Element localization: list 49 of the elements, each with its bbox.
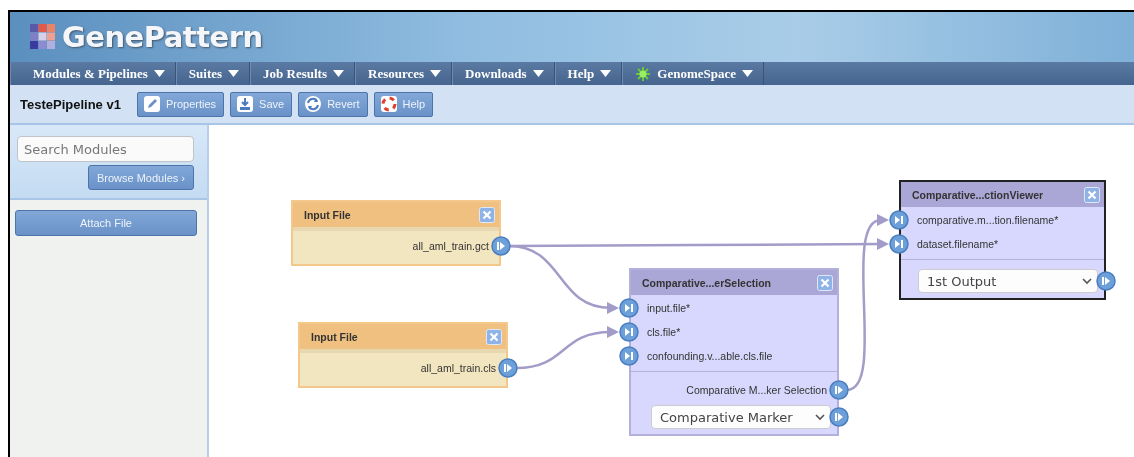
input-port-icon: [619, 346, 639, 366]
module-node[interactable]: Input File all_aml_train.gct: [291, 200, 501, 266]
search-field[interactable]: Search Modules: [17, 136, 194, 162]
logo-text: GenePattern: [62, 20, 263, 54]
close-icon: [817, 274, 833, 291]
caret-icon: [532, 70, 544, 77]
input-label: dataset.filename*: [917, 238, 999, 250]
input-port-icon: [619, 298, 639, 318]
node-title: Comparative...ctionViewer: [912, 188, 1044, 201]
output-port-icon: [1096, 271, 1116, 291]
caret-icon: [742, 70, 753, 77]
chevron-icon: [1082, 277, 1092, 285]
lifebuoy-icon: [379, 95, 398, 113]
pencil-icon: [142, 95, 161, 113]
output-label: all_aml_train.gct: [412, 240, 489, 252]
output-port-icon: [829, 407, 849, 427]
input-label: comparative.m...tion.filename*: [917, 214, 1059, 226]
node-title: Input File: [311, 330, 358, 343]
node-title: Comparative...erSelection: [642, 276, 771, 289]
input-label: confounding.v...able.cls.file: [647, 350, 773, 362]
output-select[interactable]: 1st Output: [918, 269, 1098, 293]
refresh-icon: [304, 95, 323, 113]
logo-grid-icon: [30, 24, 56, 50]
output-label: Comparative M...ker Selection: [686, 384, 827, 396]
pipeline-title: TestePipeline v1: [20, 96, 121, 112]
output-select[interactable]: Comparative Marker: [651, 405, 831, 429]
module-node[interactable]: Comparative...ctionViewer comparative.m...tion.filename* dataset.filename* 1st Output: [899, 180, 1106, 300]
input-label: input.file*: [647, 302, 691, 314]
input-port-icon: [889, 210, 909, 230]
caret-icon: [430, 70, 442, 77]
output-port-icon: [829, 380, 849, 400]
caret-icon: [333, 70, 344, 77]
caret-icon: [228, 70, 240, 77]
caret-icon: [600, 70, 612, 77]
output-port-icon: [498, 358, 518, 378]
close-icon: [486, 328, 502, 345]
input-port-icon: [619, 322, 639, 342]
close-icon: [1084, 186, 1100, 203]
output-port-icon: [491, 236, 511, 256]
output-label: all_aml_train.cls: [420, 362, 496, 374]
module-node[interactable]: Input File all_aml_train.cls: [298, 322, 508, 388]
node-title: Input File: [304, 208, 351, 221]
input-port-icon: [889, 234, 909, 254]
download-icon: [236, 95, 255, 113]
caret-icon: [153, 70, 165, 77]
module-node[interactable]: Comparative...erSelection input.file* cls.file* confounding.v...able.cls.file Comparative M...ker Selection Comparative Marker: [629, 268, 839, 436]
close-icon: [479, 206, 495, 223]
input-label: cls.file*: [647, 326, 681, 338]
chevron-icon: [815, 413, 825, 421]
